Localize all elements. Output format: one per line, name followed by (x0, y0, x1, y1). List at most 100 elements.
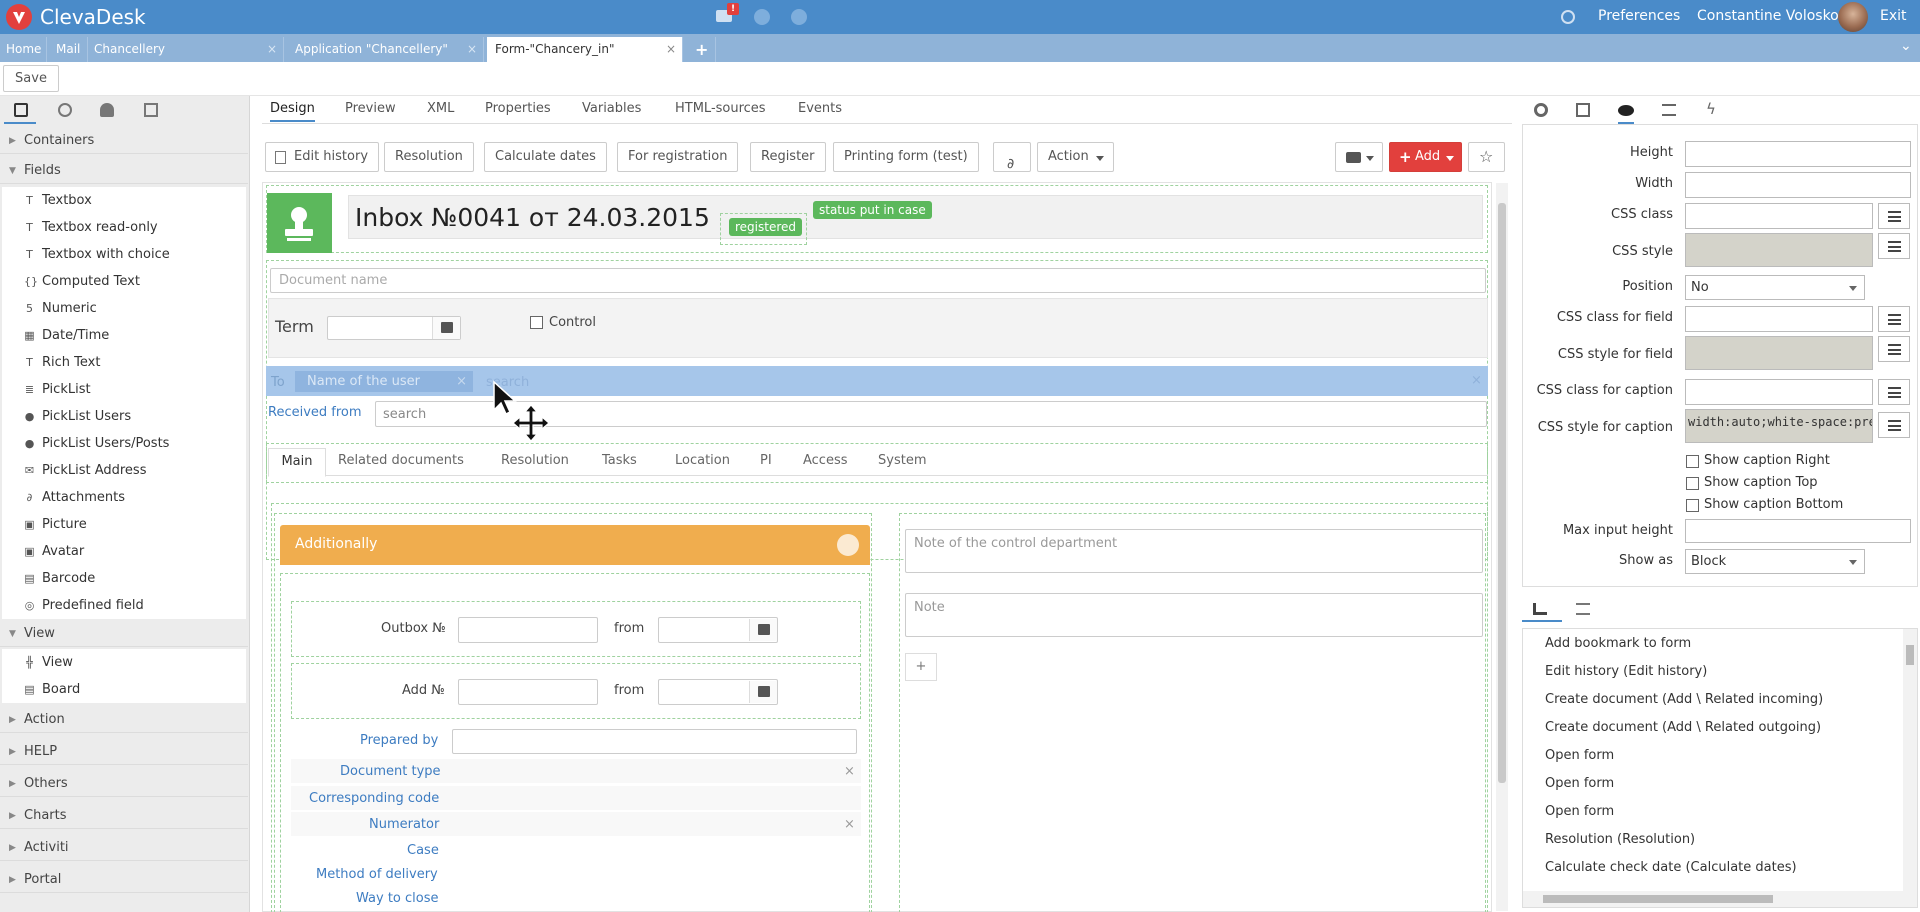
css-style-field-list-icon[interactable] (1878, 336, 1910, 362)
tab-application-chancellery[interactable]: Application "Chancellery" × (287, 37, 484, 62)
position-select[interactable]: No (1685, 275, 1865, 300)
document-name-input[interactable]: Document name (270, 268, 1486, 293)
user-name[interactable]: Constantine Voloskov (1697, 8, 1847, 24)
add-dropdown-button[interactable]: + Add (1389, 142, 1462, 172)
outbox-number-input[interactable] (458, 617, 598, 643)
section-help[interactable]: ▶ HELP (0, 739, 248, 765)
term-date-input[interactable] (327, 316, 461, 340)
favorite-button[interactable]: ☆ (1468, 142, 1505, 172)
attachment-button[interactable]: ∂ (993, 142, 1031, 172)
subtab-resolution[interactable]: Resolution (501, 453, 569, 468)
chip-remove-icon[interactable]: × (456, 371, 467, 392)
subtab-system[interactable]: System (878, 453, 926, 468)
register-button[interactable]: Register (750, 142, 826, 172)
show-caption-bottom-checkbox[interactable] (1686, 499, 1699, 512)
section-charts[interactable]: ▶ Charts (0, 803, 248, 829)
css-style-field-input[interactable] (1685, 336, 1873, 370)
action-item[interactable]: Create document (Add \ Related outgoing) (1545, 720, 1821, 735)
action-item[interactable]: Add bookmark to form (1545, 636, 1691, 651)
help-icon[interactable] (791, 9, 807, 25)
section-action[interactable]: ▶ Action (0, 707, 248, 733)
note-textarea[interactable]: Note (905, 593, 1483, 637)
add-number-input[interactable] (458, 679, 598, 705)
for-registration-button[interactable]: For registration (617, 142, 739, 172)
note-control-department-textarea[interactable]: Note of the control department (905, 529, 1483, 573)
action-item[interactable]: Open form (1545, 804, 1614, 819)
action-item[interactable]: Resolution (Resolution) (1545, 832, 1695, 847)
field-picklist[interactable]: ≣ PickList (2, 376, 246, 403)
field-predefined[interactable]: ◎ Predefined field (2, 592, 246, 619)
calendar-icon[interactable] (749, 681, 777, 703)
eye-icon[interactable] (1618, 105, 1634, 116)
edit-history-button[interactable]: Edit history (265, 142, 380, 172)
action-item[interactable]: Edit history (Edit history) (1545, 664, 1707, 679)
user-avatar[interactable] (1838, 2, 1868, 32)
view-item-view[interactable]: ╬ View (2, 649, 246, 676)
width-input[interactable] (1685, 172, 1911, 198)
additionally-panel-header[interactable]: Additionally (280, 525, 870, 565)
css-class-field-input[interactable] (1685, 306, 1873, 332)
field-textbox-readonly[interactable]: T Textbox read-only (2, 214, 246, 241)
history-icon[interactable] (1561, 10, 1575, 24)
download-icon[interactable] (754, 9, 770, 25)
tab-xml[interactable]: XML (427, 101, 454, 116)
tab-preview[interactable]: Preview (345, 101, 396, 116)
action-item[interactable]: Calculate check date (Calculate dates) (1545, 860, 1797, 875)
field-textbox-with-choice[interactable]: T Textbox with choice (2, 241, 246, 268)
tab-chancellery[interactable]: Chancellery × (88, 37, 284, 62)
calendar-icon[interactable] (432, 317, 460, 339)
section-fields[interactable]: ▼ Fields (0, 158, 248, 184)
action-item[interactable]: Create document (Add \ Related incoming) (1545, 692, 1823, 707)
field-textbox[interactable]: T Textbox (2, 187, 246, 214)
numerator-clear-icon[interactable]: × (844, 817, 855, 832)
checkbox-icon[interactable] (1576, 103, 1590, 117)
section-view[interactable]: ▼ View (0, 621, 248, 647)
field-date-time[interactable]: ▦ Date/Time (2, 322, 246, 349)
tab-form-chancery-in[interactable]: Form-"Chancery_in" × (487, 37, 683, 62)
tab-mail[interactable]: Mail (50, 37, 88, 62)
css-style-caption-list-icon[interactable] (1878, 412, 1910, 438)
preferences-link[interactable]: Preferences (1598, 8, 1680, 24)
action-list-hscrollbar[interactable] (1523, 891, 1917, 907)
add-row-button[interactable]: + (905, 653, 937, 681)
field-computed-text[interactable]: {} Computed Text (2, 268, 246, 295)
field-attachments[interactable]: ∂ Attachments (2, 484, 246, 511)
subtab-location[interactable]: Location (675, 453, 730, 468)
lightning-icon[interactable]: ϟ (1706, 100, 1716, 118)
outbox-date-input[interactable] (658, 617, 778, 643)
scrollbar-thumb[interactable] (1498, 203, 1506, 783)
tab-close-icon[interactable]: × (467, 37, 477, 62)
elements-tab-icon[interactable] (14, 103, 28, 117)
sliders-icon[interactable] (1662, 104, 1676, 116)
exit-link[interactable]: Exit (1880, 8, 1907, 24)
scrollbar-thumb[interactable] (1906, 645, 1914, 665)
css-class-list-icon[interactable] (1878, 203, 1910, 229)
tree-view-icon[interactable] (1533, 603, 1547, 615)
tab-collapse-icon[interactable]: ⌄ (1892, 34, 1920, 59)
tab-close-icon[interactable]: × (267, 37, 277, 62)
add-date-input[interactable] (658, 679, 778, 705)
css-style-input[interactable] (1685, 233, 1873, 267)
subtab-related-documents[interactable]: Related documents (338, 453, 464, 468)
tab-variables[interactable]: Variables (582, 101, 641, 116)
css-class-caption-input[interactable] (1685, 379, 1873, 405)
section-containers[interactable]: ▶ Containers (0, 128, 248, 154)
field-numeric[interactable]: 5 Numeric (2, 295, 246, 322)
prepared-by-input[interactable] (452, 729, 857, 754)
section-others[interactable]: ▶ Others (0, 771, 248, 797)
tab-close-icon[interactable]: × (666, 37, 676, 62)
tab-home[interactable]: Home (0, 37, 47, 62)
to-clear-icon[interactable]: × (1471, 373, 1482, 388)
show-caption-right-checkbox[interactable] (1686, 455, 1699, 468)
scrollbar-thumb[interactable] (1543, 895, 1773, 903)
max-input-height-input[interactable] (1685, 519, 1911, 543)
height-input[interactable] (1685, 141, 1911, 167)
form-scrollbar[interactable] (1496, 183, 1508, 911)
field-picture[interactable]: ▣ Picture (2, 511, 246, 538)
field-barcode[interactable]: ▤ Barcode (2, 565, 246, 592)
field-avatar[interactable]: ▣ Avatar (2, 538, 246, 565)
print-dropdown-button[interactable] (1335, 142, 1383, 172)
resolution-button[interactable]: Resolution (384, 142, 474, 172)
css-class-field-list-icon[interactable] (1878, 306, 1910, 332)
gear-icon[interactable] (1534, 103, 1548, 117)
